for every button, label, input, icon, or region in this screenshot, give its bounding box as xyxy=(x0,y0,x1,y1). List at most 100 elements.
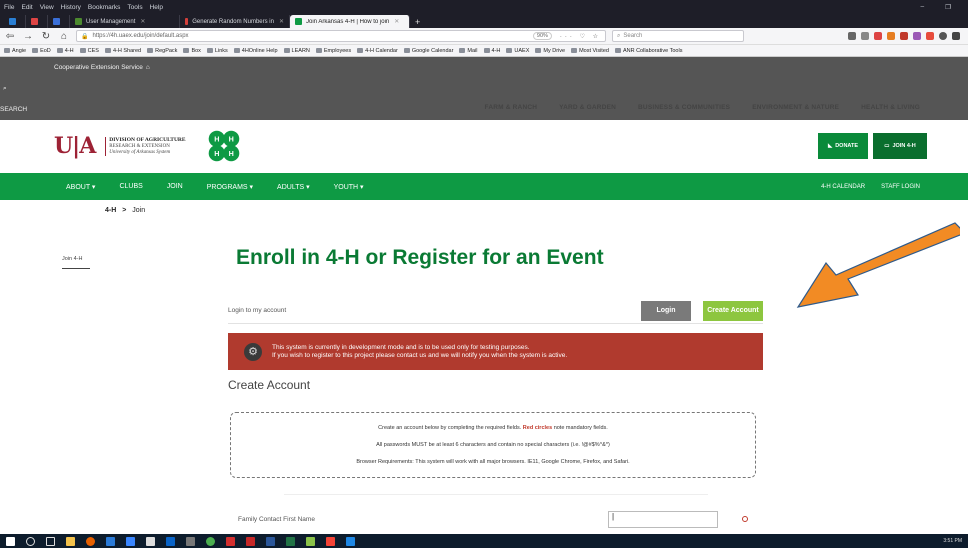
zoom-level[interactable]: 90% xyxy=(532,32,552,40)
home-icon[interactable]: ⌂ xyxy=(146,64,150,71)
bookmark-item[interactable]: 4-H xyxy=(484,48,501,54)
word-icon[interactable] xyxy=(266,536,275,546)
menu-icon[interactable] xyxy=(952,32,960,40)
acrobat-icon[interactable] xyxy=(246,536,255,546)
create-account-button[interactable]: Create Account xyxy=(703,300,763,321)
pinned-tab[interactable] xyxy=(4,15,26,28)
app-icon[interactable] xyxy=(146,536,155,546)
bookmark-item[interactable]: CES xyxy=(80,48,99,54)
app-icon[interactable] xyxy=(346,536,355,546)
nav-staff-login[interactable]: STAFF LOGIN xyxy=(881,184,920,190)
tab-random-numbers[interactable]: Generate Random Numbers in ✕ xyxy=(180,15,290,28)
menu-edit[interactable]: Edit xyxy=(21,4,32,11)
menu-bookmarks[interactable]: Bookmarks xyxy=(88,4,121,11)
site-search-input[interactable]: ⌕ xyxy=(0,78,968,99)
bookmark-item[interactable]: EoD xyxy=(32,48,51,54)
search-input[interactable]: ⌕ Search xyxy=(612,30,744,42)
nav-about[interactable]: ABOUT ▾ xyxy=(66,183,95,191)
breadcrumb-4h[interactable]: 4-H xyxy=(105,207,116,214)
bookmark-item[interactable]: Employees xyxy=(316,48,351,54)
bookmark-item[interactable]: 4HOnline Help xyxy=(234,48,278,54)
bookmark-item[interactable]: Links xyxy=(207,48,228,54)
side-link-join[interactable]: Join 4-H xyxy=(62,256,90,269)
app-icon[interactable] xyxy=(126,536,135,546)
bookmark-item[interactable]: RegPack xyxy=(147,48,177,54)
login-button[interactable]: Login xyxy=(641,300,691,321)
ua-logo-mark: U|A xyxy=(54,133,96,159)
page-actions-icon[interactable]: ··· ♡ ☆ xyxy=(560,33,601,40)
bookmark-item[interactable]: Google Calendar xyxy=(404,48,454,54)
library-icon[interactable] xyxy=(848,32,856,40)
topnav-health-living[interactable]: HEALTH & LIVING xyxy=(861,104,920,111)
chrome-icon[interactable] xyxy=(206,536,215,546)
close-tab-icon[interactable]: ✕ xyxy=(140,18,145,25)
account-icon[interactable] xyxy=(939,32,947,40)
search-icon[interactable] xyxy=(26,536,35,546)
nav-youth[interactable]: YOUTH ▾ xyxy=(334,183,364,191)
outlook-icon[interactable] xyxy=(166,536,175,546)
bookmark-item[interactable]: My Drive xyxy=(535,48,565,54)
pinned-tab[interactable] xyxy=(48,15,70,28)
first-name-input[interactable]: | xyxy=(608,511,718,528)
firefox-icon[interactable] xyxy=(86,536,95,546)
bookmark-item[interactable]: 4-H Shared xyxy=(105,48,141,54)
menu-view[interactable]: View xyxy=(40,4,54,11)
bookmark-item[interactable]: Mail xyxy=(459,48,477,54)
reload-icon[interactable]: ↻ xyxy=(40,31,52,42)
extension-icon[interactable] xyxy=(900,32,908,40)
home-icon[interactable]: ⌂ xyxy=(58,31,70,42)
bookmark-item[interactable]: ANR Collaborative Tools xyxy=(615,48,683,54)
toolbar-icons xyxy=(848,32,964,40)
extension-icon[interactable] xyxy=(926,32,934,40)
close-tab-icon[interactable]: ✕ xyxy=(279,18,284,25)
bookmark-item[interactable]: LEARN xyxy=(284,48,310,54)
close-tab-icon[interactable]: ✕ xyxy=(394,18,399,25)
tab-join-4h[interactable]: Join Arkansas 4-H | How to join ✕ xyxy=(290,15,410,28)
task-view-icon[interactable] xyxy=(46,536,55,546)
nav-adults[interactable]: ADULTS ▾ xyxy=(277,183,310,191)
nav-clubs[interactable]: CLUBS xyxy=(119,183,142,191)
excel-icon[interactable] xyxy=(286,536,295,546)
nav-programs[interactable]: PROGRAMS ▾ xyxy=(207,183,253,191)
bookmark-item[interactable]: Most Visited xyxy=(571,48,609,54)
menu-help[interactable]: Help xyxy=(150,4,163,11)
bookmark-item[interactable]: 4-H Calendar xyxy=(357,48,398,54)
bookmark-item[interactable]: Box xyxy=(183,48,200,54)
donate-button[interactable]: ◣ DONATE xyxy=(818,133,868,159)
app-icon[interactable] xyxy=(326,536,335,546)
topnav-farm-ranch[interactable]: FARM & RANCH xyxy=(485,104,538,111)
forward-icon[interactable]: → xyxy=(22,31,34,42)
menu-tools[interactable]: Tools xyxy=(127,4,142,11)
cooperative-link[interactable]: Cooperative Extension Service xyxy=(54,64,143,71)
extension-icon[interactable] xyxy=(913,32,921,40)
new-tab-button[interactable]: + xyxy=(410,15,425,28)
site-logo[interactable]: U|A DIVISION OF AGRICULTURE RESEARCH & E… xyxy=(54,128,242,164)
acrobat-icon[interactable] xyxy=(226,536,235,546)
nav-4h-calendar[interactable]: 4-H CALENDAR xyxy=(821,184,865,190)
menu-file[interactable]: File xyxy=(4,4,14,11)
minimize-icon[interactable]: – xyxy=(921,3,925,11)
restore-icon[interactable]: ❐ xyxy=(945,3,951,11)
join-4h-button[interactable]: ▭ JOIN 4-H xyxy=(873,133,927,159)
app-icon[interactable] xyxy=(306,536,315,546)
extension-icon[interactable] xyxy=(887,32,895,40)
tab-user-management[interactable]: User Management ✕ xyxy=(70,15,180,28)
bookmark-item[interactable]: 4-H xyxy=(57,48,74,54)
menu-history[interactable]: History xyxy=(61,4,81,11)
ua-logo-text: DIVISION OF AGRICULTURE RESEARCH & EXTEN… xyxy=(105,136,186,156)
nav-join[interactable]: JOIN xyxy=(167,183,183,191)
sidebar-icon[interactable] xyxy=(861,32,869,40)
explorer-icon[interactable] xyxy=(66,536,75,546)
extension-icon[interactable] xyxy=(874,32,882,40)
app-icon[interactable] xyxy=(106,536,115,546)
calculator-icon[interactable] xyxy=(186,536,195,546)
back-icon[interactable]: ⇦ xyxy=(4,31,16,42)
topnav-yard-garden[interactable]: YARD & GARDEN xyxy=(559,104,616,111)
topnav-environment-nature[interactable]: ENVIRONMENT & NATURE xyxy=(752,104,839,111)
topnav-business-communities[interactable]: BUSINESS & COMMUNITIES xyxy=(638,104,730,111)
bookmark-item[interactable]: UAEX xyxy=(506,48,529,54)
bookmark-item[interactable]: Angie xyxy=(4,48,26,54)
pinned-tab[interactable] xyxy=(26,15,48,28)
url-bar[interactable]: 🔒 https://4h.uaex.edu/join/default.aspx … xyxy=(76,30,606,42)
start-icon[interactable] xyxy=(6,536,15,546)
